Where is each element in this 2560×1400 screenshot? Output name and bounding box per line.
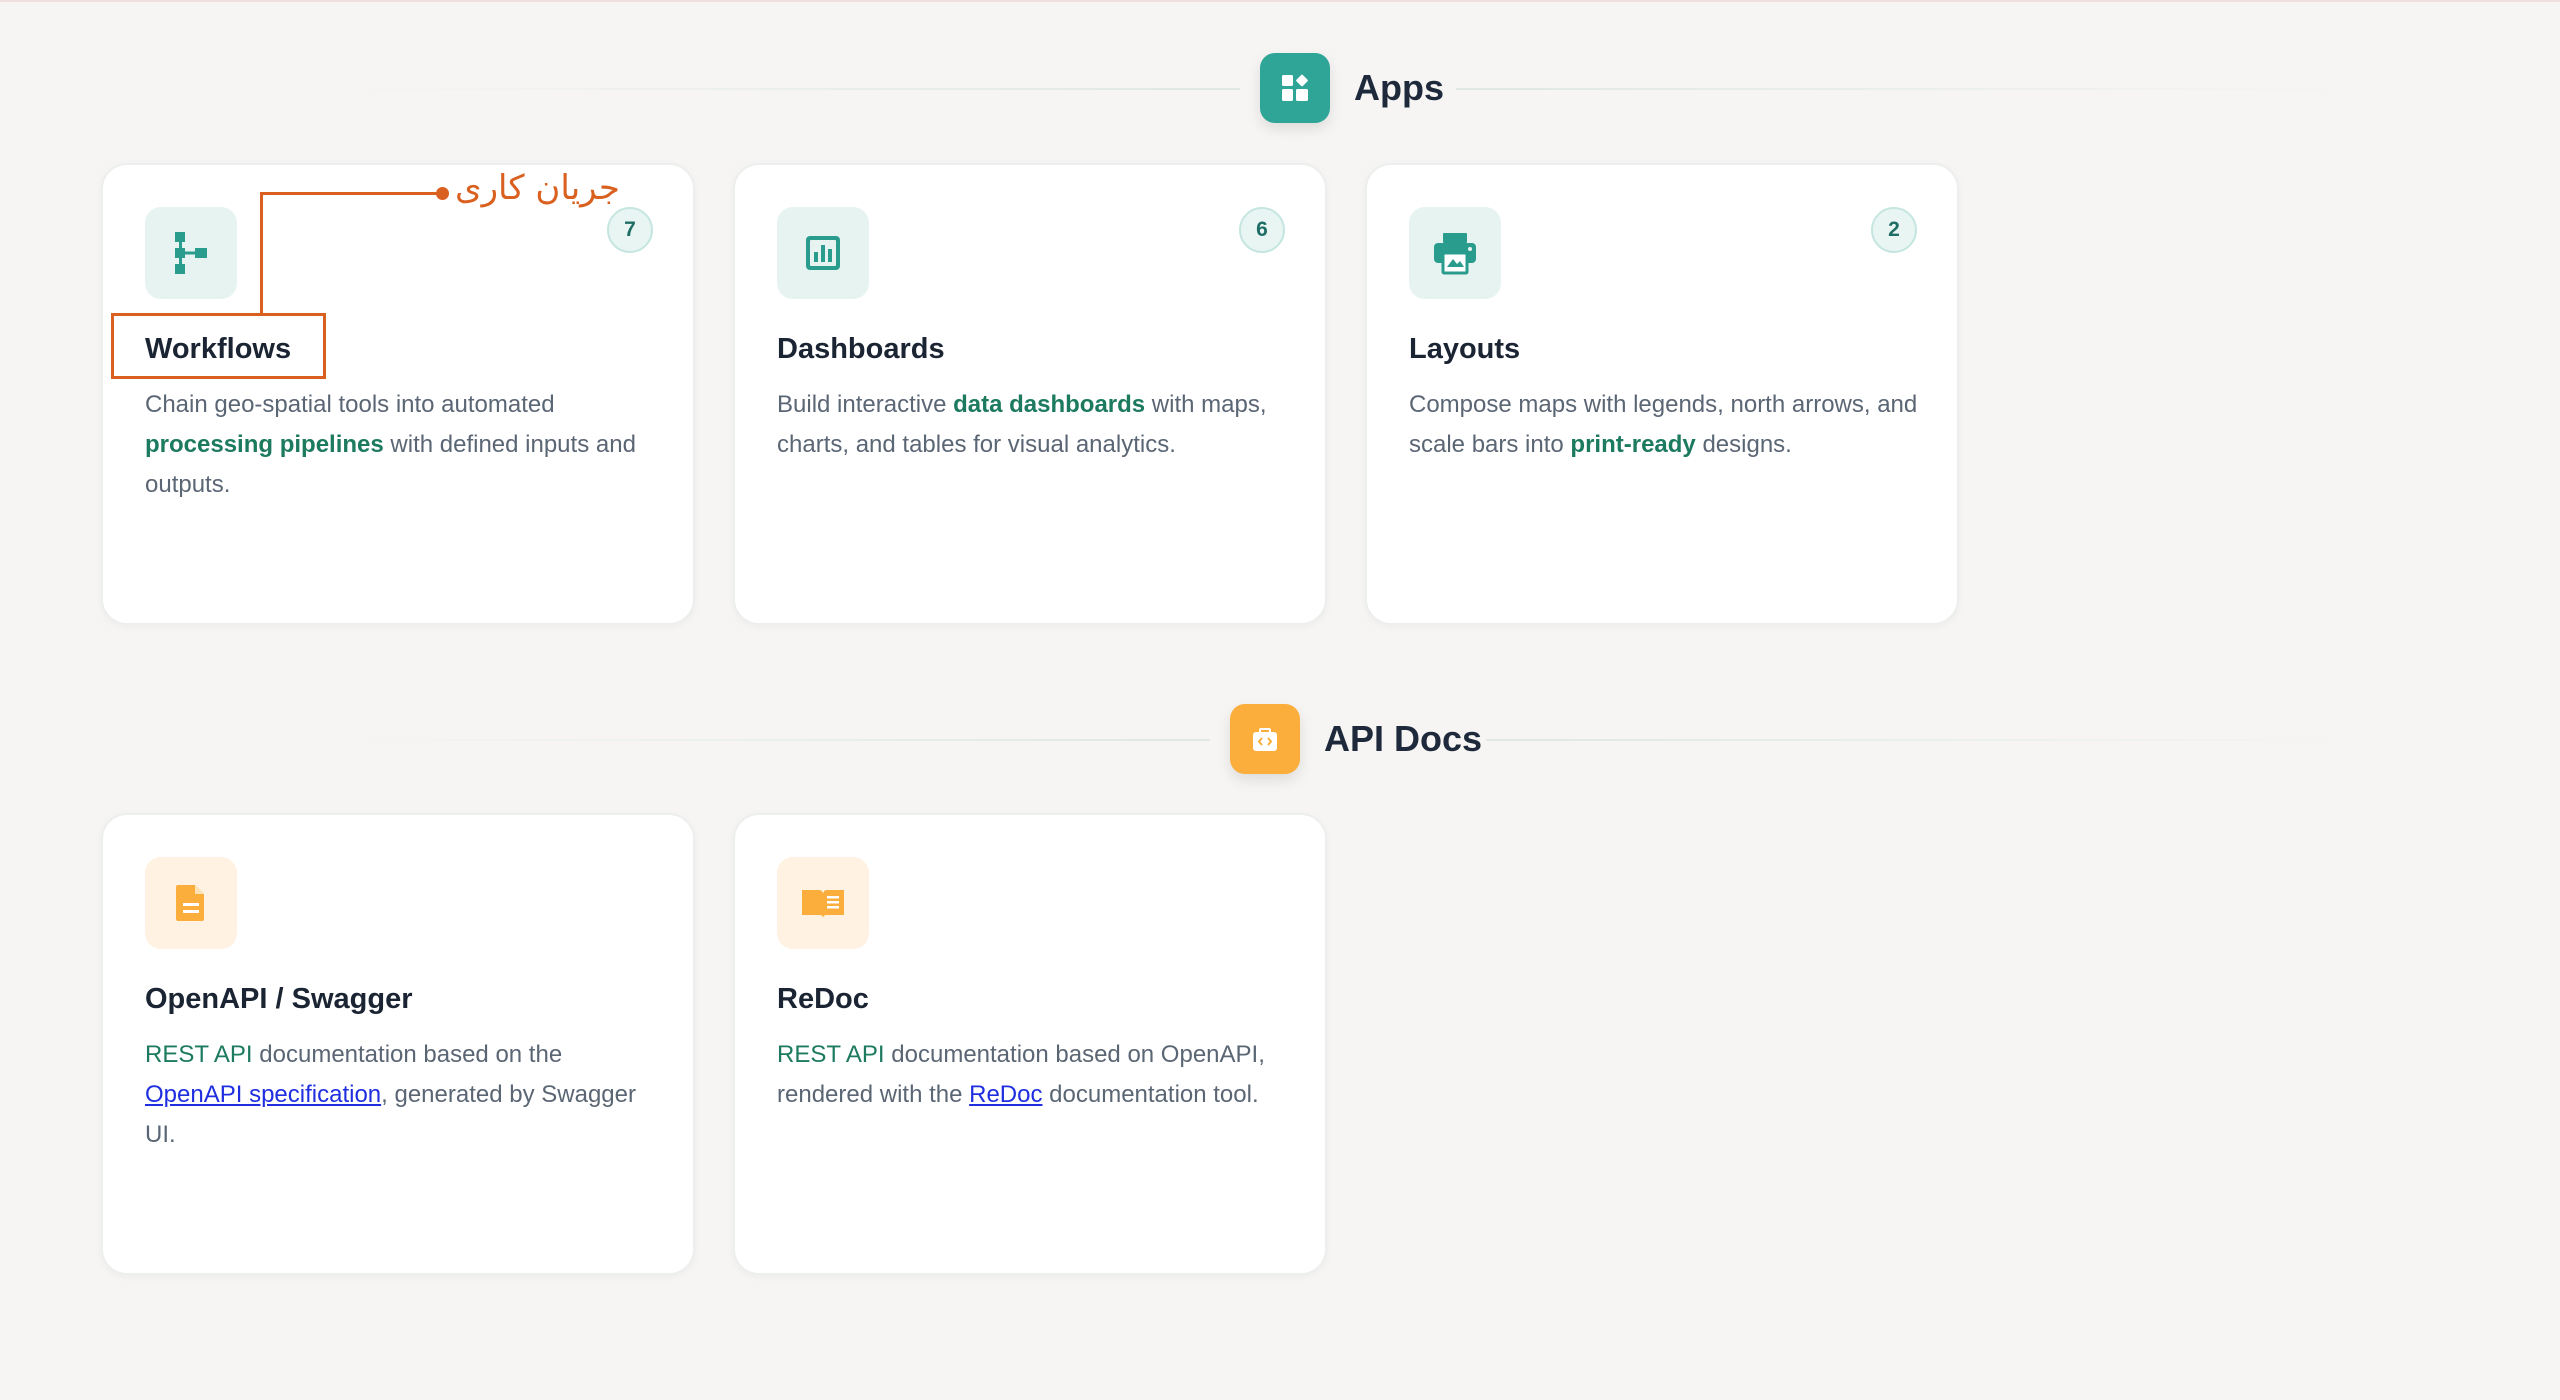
annotation-connector [260,192,263,314]
divider [340,88,1240,90]
code-bag-icon [1230,704,1300,774]
card-title: OpenAPI / Swagger [145,983,413,1015]
apps-section-header: Apps [0,53,2560,125]
api-docs-section-title: API Docs [1324,718,1483,759]
top-border [0,0,2560,2]
api-docs-section-header: API Docs [0,704,2560,776]
count-badge: 6 [1239,207,1285,253]
card-description: REST API documentation based on OpenAPI,… [777,1041,1265,1108]
card-description: Chain geo-spatial tools into automated p… [145,391,636,498]
divider [340,739,1210,741]
count-badge: 2 [1871,207,1917,253]
card-description: REST API documentation based on the Open… [145,1041,636,1148]
chart-icon [777,207,869,299]
card-title: Layouts [1409,333,1521,365]
apps-section-title: Apps [1354,67,1444,108]
layouts-card[interactable]: 2 Layouts Compose maps with legends, nor… [1365,163,1959,625]
apps-grid-icon [1260,53,1330,123]
card-title: Dashboards [777,333,945,365]
openapi-swagger-card[interactable]: OpenAPI / Swagger REST API documentation… [101,813,695,1275]
document-icon [145,857,237,949]
count-badge: 7 [607,207,653,253]
card-description: Compose maps with legends, north arrows,… [1409,391,1918,458]
redoc-link[interactable]: ReDoc [969,1081,1042,1108]
annotation-dot [436,187,449,200]
book-icon [777,857,869,949]
dashboards-card[interactable]: 6 Dashboards Build interactive data dash… [733,163,1327,625]
divider [1456,88,2356,90]
card-title: ReDoc [777,983,869,1015]
divider [1486,739,2356,741]
annotation-label: جریان کاری [455,168,620,208]
openapi-spec-link[interactable]: OpenAPI specification [145,1081,381,1108]
redoc-card[interactable]: ReDoc REST API documentation based on Op… [733,813,1327,1275]
annotation-highlight-box [111,313,326,379]
printer-icon [1409,207,1501,299]
workflow-icon [145,207,237,299]
workflows-card[interactable]: 7 Workflows Chain geo-spatial tools into… [101,163,695,625]
annotation-connector [260,192,443,195]
card-description: Build interactive data dashboards with m… [777,391,1267,458]
